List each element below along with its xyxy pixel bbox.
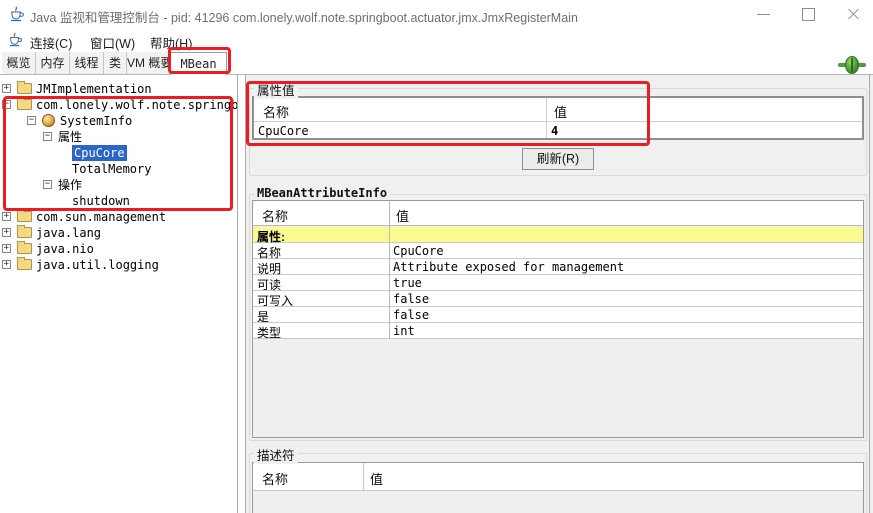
attribute-table-header: 名称 值 [254, 98, 862, 122]
attribute-value-group-title: 属性值 [254, 80, 298, 99]
tree-item-totalmemory[interactable]: TotalMemory [0, 161, 237, 177]
connect-status-icon [838, 56, 866, 74]
java-cup-icon-small [7, 32, 23, 48]
folder-icon [17, 209, 32, 222]
info-table-header: 名称 值 [253, 201, 863, 226]
attribute-name-cell: CpuCore [258, 124, 309, 138]
menu-connection[interactable]: 连接(C) [30, 33, 72, 52]
tree-item-java-lang[interactable]: + java.lang [0, 225, 237, 241]
window-minimize-icon[interactable] [748, 0, 778, 28]
collapse-icon[interactable]: − [2, 100, 11, 109]
split-pane-divider[interactable] [237, 75, 246, 513]
column-divider [363, 463, 364, 491]
folder-icon [17, 225, 32, 238]
column-header-value: 值 [396, 209, 410, 224]
info-row-attribute: 属性: [253, 227, 863, 244]
attribute-row-cpucore[interactable]: CpuCore 4 [254, 123, 862, 139]
mbean-attribute-info-title: MBeanAttributeInfo [254, 186, 391, 200]
info-row-description: 说明 Attribute exposed for management [253, 259, 863, 276]
folder-icon [17, 97, 32, 110]
column-header-value: 值 [554, 105, 568, 120]
menu-bar: 连接(C) 窗口(W) 帮助(H) [0, 28, 873, 78]
descriptor-table-header: 名称 值 [253, 463, 863, 491]
folder-icon [17, 241, 32, 254]
column-header-name: 名称 [262, 209, 289, 224]
mbean-attribute-info-table: 名称 值 属性: 名称 CpuCore 说明 Attribute exposed f… [252, 200, 864, 438]
collapse-icon[interactable]: − [43, 132, 52, 141]
collapse-icon[interactable]: − [27, 116, 36, 125]
expand-icon[interactable]: + [2, 84, 11, 93]
menu-window[interactable]: 窗口(W) [90, 33, 135, 52]
tree-item-jmimplementation[interactable]: + JMImplementation [0, 81, 237, 97]
window-close-icon[interactable] [838, 0, 868, 28]
expand-icon[interactable]: + [2, 228, 11, 237]
info-row-name: 名称 CpuCore [253, 243, 863, 260]
plug-slit [851, 58, 853, 72]
descriptor-table: 名称 值 [252, 462, 864, 513]
tree-item-operations[interactable]: − 操作 [0, 177, 237, 193]
title-bar: Java 监视和管理控制台 - pid: 41296 com.lonely.wo… [0, 0, 873, 28]
tree-item-systeminfo[interactable]: − SystemInfo [0, 113, 237, 129]
panel-right-border [869, 75, 870, 513]
column-header-name: 名称 [263, 105, 290, 120]
column-header-value: 值 [370, 472, 384, 487]
column-header-name: 名称 [262, 472, 289, 487]
tab-classes[interactable]: 类 [104, 52, 127, 74]
attribute-value-cell[interactable]: 4 [551, 124, 558, 138]
tab-threads[interactable]: 线程 [70, 52, 104, 74]
jconsole-window: Java 监视和管理控制台 - pid: 41296 com.lonely.wo… [0, 0, 873, 513]
info-row-readable: 可读 true [253, 275, 863, 292]
java-cup-icon [8, 6, 24, 22]
info-row-writable: 可写入 false [253, 291, 863, 308]
window-title: Java 监视和管理控制台 - pid: 41296 com.lonely.wo… [30, 11, 578, 25]
tab-vm-summary[interactable]: VM 概要 [127, 52, 170, 74]
info-row-type: 类型 int [253, 323, 863, 340]
tree-item-com-sun-management[interactable]: + com.sun.management [0, 209, 237, 225]
refresh-button[interactable]: 刷新(R) [522, 148, 594, 170]
descriptor-group-title: 描述符 [254, 445, 298, 464]
collapse-icon[interactable]: − [43, 180, 52, 189]
column-divider [389, 201, 390, 339]
menu-help[interactable]: 帮助(H) [150, 33, 192, 52]
tab-overview[interactable]: 概览 [2, 52, 36, 74]
expand-icon[interactable]: + [2, 260, 11, 269]
tab-memory[interactable]: 内存 [36, 52, 70, 74]
attribute-value-table: 名称 值 CpuCore 4 [252, 96, 864, 140]
tree-item-java-util-logging[interactable]: + java.util.logging [0, 257, 237, 273]
tree-item-com-lonely[interactable]: −com.lonely.wolf.note.springboot.a [0, 97, 237, 113]
expand-icon[interactable]: + [2, 212, 11, 221]
tab-mbean[interactable]: MBean [170, 52, 227, 75]
expand-icon[interactable]: + [2, 244, 11, 253]
column-divider [546, 98, 547, 138]
mbean-icon [42, 114, 55, 127]
folder-icon [17, 257, 32, 270]
window-maximize-icon[interactable] [793, 0, 823, 28]
info-row-is: 是 false [253, 307, 863, 324]
tab-strip: 概览 内存 线程类 VM 概要 MBean [0, 52, 873, 75]
tree-item-java-nio[interactable]: + java.nio [0, 241, 237, 257]
tree-item-attributes[interactable]: − 属性 [0, 129, 237, 145]
folder-icon [17, 81, 32, 94]
tree-item-cpucore[interactable]: CpuCore [0, 145, 237, 161]
mbean-tree-panel: + JMImplementation − com.lonely.wolf.note.… [0, 75, 237, 513]
tree-item-shutdown[interactable]: shutdown [0, 193, 237, 209]
